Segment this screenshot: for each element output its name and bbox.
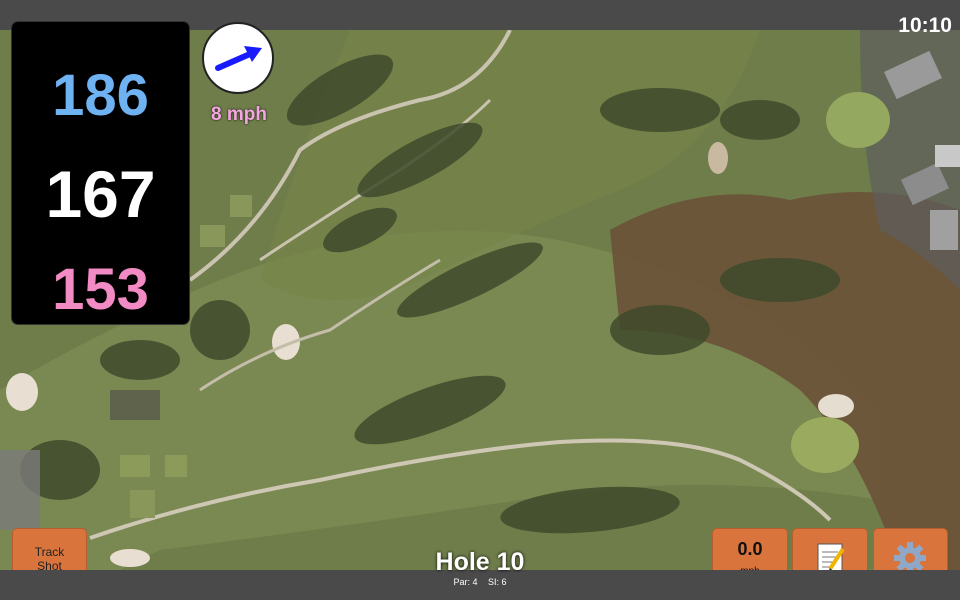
distance-panel: 186 167 153: [12, 22, 189, 324]
clock: 10:10: [898, 14, 952, 37]
hole-stroke-index: SI: 6: [488, 577, 507, 587]
hole-par: Par: 4: [453, 577, 478, 587]
front-distance: 153: [52, 257, 149, 322]
wind-speed-label: 8 mph: [211, 104, 267, 125]
hole-title: Hole 10: [435, 548, 525, 576]
wind-arrow-icon: [215, 46, 262, 71]
track-shot-label-line1: Track: [34, 545, 65, 559]
hole-details: Par: 4 SI: 6: [380, 577, 580, 587]
middle-distance: 167: [45, 157, 156, 231]
wind-indicator: [202, 22, 274, 94]
speed-value: 0.0: [737, 539, 763, 559]
back-distance: 186: [52, 63, 149, 128]
